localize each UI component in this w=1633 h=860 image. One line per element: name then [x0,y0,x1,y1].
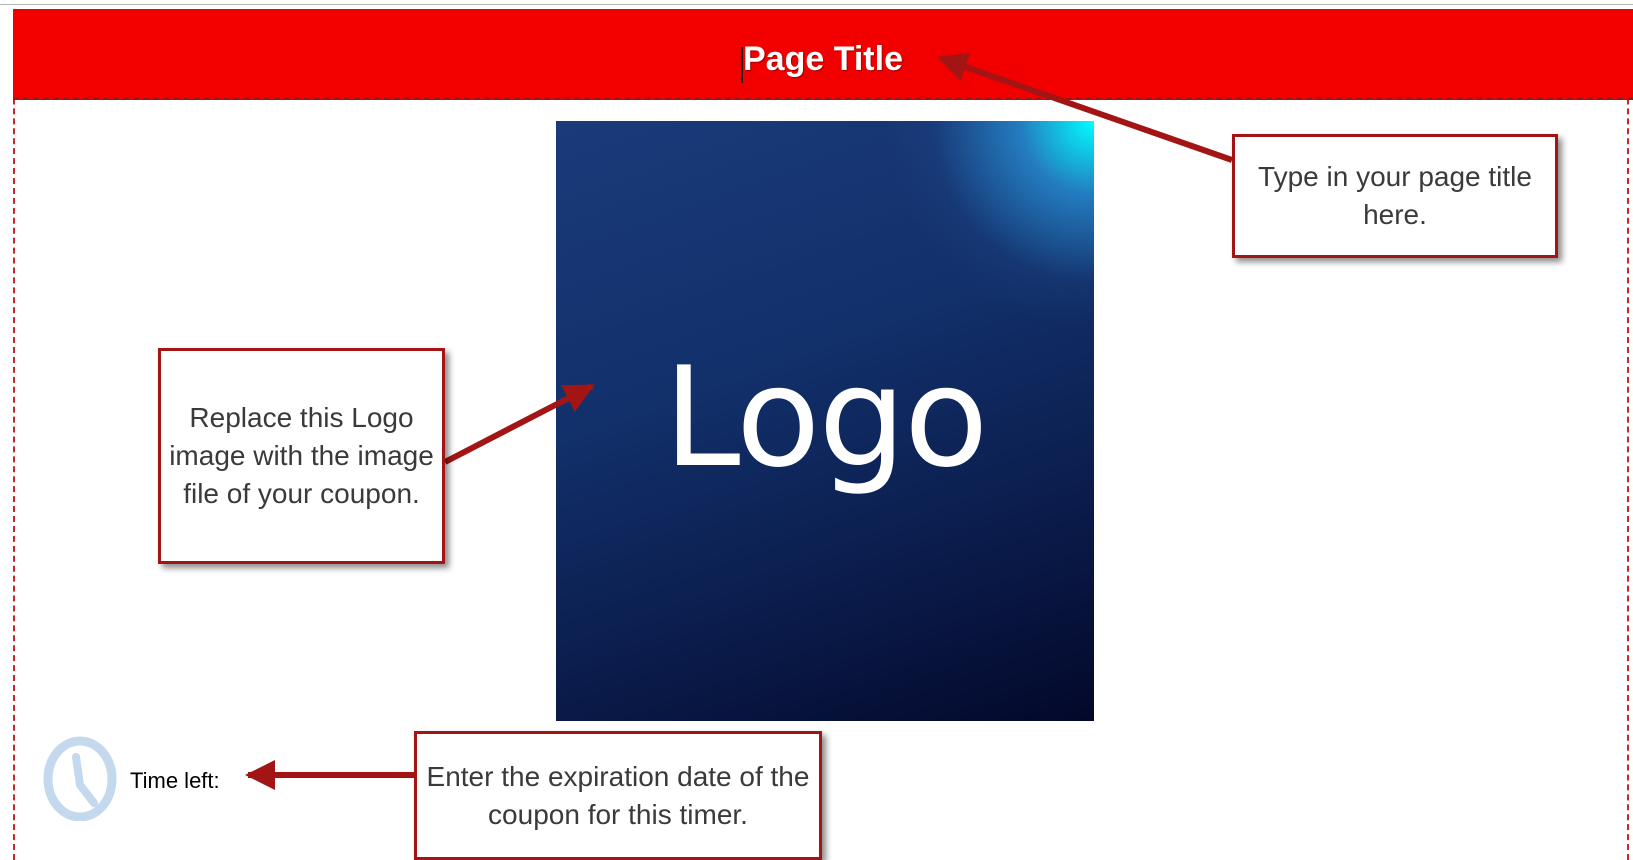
callout-title-hint: Type in your page title here. [1232,134,1558,258]
callout-timer-hint: Enter the expiration date of the coupon … [414,731,822,860]
callout-timer-text: Enter the expiration date of the coupon … [426,760,810,830]
arrow-to-logo [443,383,595,465]
page-editor: Page Title Logo Time left: Type in your … [0,0,1633,860]
callout-logo-hint: Replace this Logo image with the image f… [158,348,445,564]
arrow-to-title [937,52,1233,163]
callout-logo-text: Replace this Logo image with the image f… [169,402,434,509]
callout-title-text: Type in your page title here. [1258,161,1532,230]
